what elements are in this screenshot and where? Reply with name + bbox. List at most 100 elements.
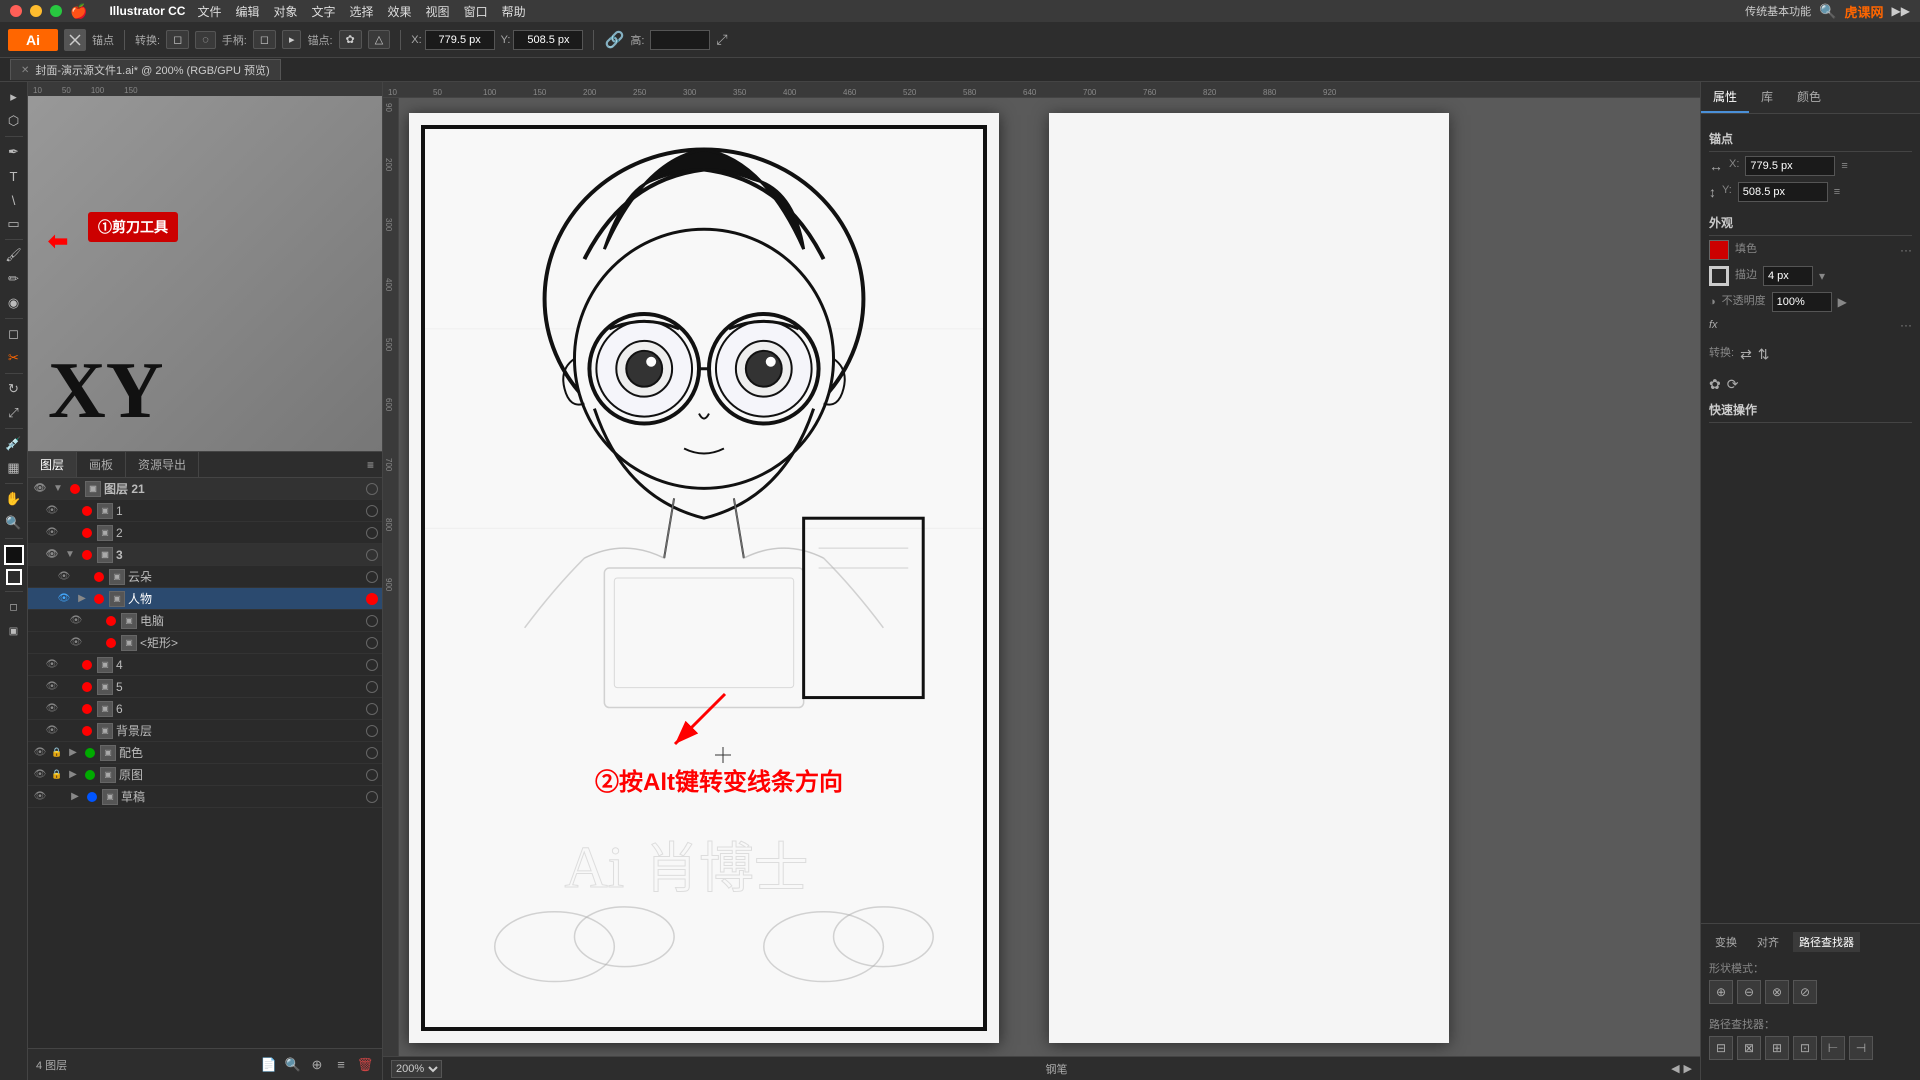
- divide-btn[interactable]: ⊟: [1709, 1036, 1733, 1060]
- pen-tool[interactable]: ✒: [3, 141, 25, 163]
- anchor-btn[interactable]: ✿: [339, 30, 362, 49]
- height-input[interactable]: [650, 30, 710, 50]
- merge-btn[interactable]: ⊞: [1765, 1036, 1789, 1060]
- expand-icon[interactable]: ▶: [68, 790, 82, 804]
- unite-btn[interactable]: ⊕: [1709, 980, 1733, 1004]
- menu-object[interactable]: 对象: [273, 3, 297, 20]
- layers-tab-layers[interactable]: 图层: [28, 452, 77, 477]
- menu-file[interactable]: 文件: [197, 3, 221, 20]
- visibility-icon[interactable]: 👁: [68, 613, 84, 629]
- line-tool[interactable]: \: [3, 189, 25, 211]
- layer-row[interactable]: 👁 ▼ ▣ 图层 21: [28, 478, 382, 500]
- expand-icon[interactable]: ▼: [63, 548, 77, 562]
- visibility-icon[interactable]: 👁: [32, 481, 48, 497]
- expand-icon[interactable]: ▶: [66, 746, 80, 760]
- layer-row[interactable]: 👁 🔒 ▶ ▣ 原图: [28, 764, 382, 786]
- layer-target[interactable]: [366, 769, 378, 781]
- layer-row[interactable]: 👁 ▣ 4: [28, 654, 382, 676]
- fill-color-swatch[interactable]: [4, 545, 24, 565]
- layer-row[interactable]: 👁 ▣ <矩形>: [28, 632, 382, 654]
- layers-menu-btn[interactable]: ≡: [359, 454, 382, 476]
- visibility-icon[interactable]: 👁: [32, 789, 48, 805]
- fx-options[interactable]: ···: [1900, 318, 1912, 332]
- paintbrush-tool[interactable]: 🖌: [3, 244, 25, 266]
- tab-color[interactable]: 颜色: [1785, 82, 1833, 113]
- hand-btn2[interactable]: ▸: [282, 30, 302, 49]
- stroke-swatch[interactable]: [1709, 266, 1729, 286]
- layer-target[interactable]: [366, 791, 378, 803]
- minus-btn[interactable]: ⊖: [1737, 980, 1761, 1004]
- expand-icon[interactable]: ▶: [66, 768, 80, 782]
- corner-btn[interactable]: ◻: [166, 30, 189, 49]
- make-sublayer-btn[interactable]: 📄: [260, 1056, 278, 1074]
- visibility-icon[interactable]: 👁: [44, 547, 60, 563]
- layers-tab-export[interactable]: 资源导出: [126, 452, 199, 477]
- stroke-color-swatch[interactable]: [6, 569, 22, 585]
- stroke-input[interactable]: [1763, 266, 1813, 286]
- tab-pathfinder[interactable]: 路径查找器: [1793, 932, 1860, 952]
- direct-select-tool[interactable]: ⬡: [3, 110, 25, 132]
- delete-layer-btn[interactable]: 🗑: [356, 1056, 374, 1074]
- visibility-icon[interactable]: 👁: [44, 701, 60, 717]
- next-artboard[interactable]: ▶: [1684, 1062, 1692, 1075]
- layer-target[interactable]: [366, 505, 378, 517]
- drawing-mode[interactable]: ▣: [3, 620, 25, 642]
- expand-icon[interactable]: ▶: [75, 592, 89, 606]
- tab-properties[interactable]: 属性: [1701, 82, 1749, 113]
- layers-tab-artboards[interactable]: 画板: [77, 452, 126, 477]
- scissors-tool[interactable]: ✂: [3, 347, 25, 369]
- menu-view[interactable]: 视图: [426, 3, 450, 20]
- x-input[interactable]: [425, 30, 495, 50]
- tab-library[interactable]: 库: [1749, 82, 1785, 113]
- visibility-icon[interactable]: 👁: [44, 525, 60, 541]
- rect-tool[interactable]: ▭: [3, 213, 25, 235]
- outline-btn[interactable]: ⊢: [1821, 1036, 1845, 1060]
- stroke-unit-btn[interactable]: ▾: [1819, 269, 1825, 283]
- layer-row[interactable]: 👁 ▶ ▣ 草稿: [28, 786, 382, 808]
- visibility-icon[interactable]: 👁: [44, 657, 60, 673]
- link-icon[interactable]: 🔗: [604, 30, 624, 50]
- select-tool[interactable]: ▸: [3, 86, 25, 108]
- anchor-btn2[interactable]: △: [368, 30, 390, 49]
- zoom-tool[interactable]: 🔍: [3, 512, 25, 534]
- rotate-tool[interactable]: ↻: [3, 378, 25, 400]
- layer-target[interactable]: [366, 549, 378, 561]
- pencil-tool[interactable]: ✏: [3, 268, 25, 290]
- menu-text[interactable]: 文字: [312, 3, 336, 20]
- panel-toggle[interactable]: ▶▶: [1892, 4, 1910, 18]
- close-icon[interactable]: ✕: [21, 65, 29, 76]
- layer-row[interactable]: 👁 ▣ 5: [28, 676, 382, 698]
- layer-target[interactable]: [366, 659, 378, 671]
- new-layer-btn[interactable]: ⊕: [308, 1056, 326, 1074]
- transform-icon-1[interactable]: ⇄: [1740, 346, 1752, 363]
- visibility-icon[interactable]: 👁: [56, 591, 72, 607]
- layer-target[interactable]: [366, 637, 378, 649]
- eyedropper-tool[interactable]: 💉: [3, 433, 25, 455]
- tab-transform[interactable]: 变换: [1709, 932, 1743, 952]
- visibility-icon[interactable]: 👁: [56, 569, 72, 585]
- layer-target[interactable]: [366, 483, 378, 495]
- layer-row[interactable]: 👁 ▣ 1: [28, 500, 382, 522]
- layer-target[interactable]: [366, 593, 378, 605]
- layer-target[interactable]: [366, 703, 378, 715]
- transform-icon-2[interactable]: ⇅: [1758, 346, 1770, 363]
- opacity-more[interactable]: ▶: [1838, 295, 1847, 309]
- x-prop-input[interactable]: [1745, 156, 1835, 176]
- visibility-icon[interactable]: 👁: [32, 767, 48, 783]
- layer-row[interactable]: 👁 ▣ 电脑: [28, 610, 382, 632]
- document-tab[interactable]: ✕ 封面-演示源文件1.ai* @ 200% (RGB/GPU 预览): [10, 59, 281, 80]
- visibility-icon[interactable]: 👁: [68, 635, 84, 651]
- fill-swatch[interactable]: [1709, 240, 1729, 260]
- menu-edit[interactable]: 编辑: [235, 3, 259, 20]
- normal-mode[interactable]: ◻: [3, 596, 25, 618]
- y-prop-input[interactable]: [1738, 182, 1828, 202]
- trim-btn[interactable]: ⊠: [1737, 1036, 1761, 1060]
- layer-move-btn[interactable]: 🔍: [284, 1056, 302, 1074]
- smooth-btn[interactable]: ◌: [195, 31, 216, 49]
- type-tool[interactable]: T: [3, 165, 25, 187]
- y-input[interactable]: [513, 30, 583, 50]
- tab-align[interactable]: 对齐: [1751, 932, 1785, 952]
- fill-options[interactable]: ···: [1900, 243, 1912, 257]
- layer-options-btn[interactable]: ≡: [332, 1056, 350, 1074]
- zoom-select[interactable]: 200% 100% 150%: [391, 1060, 442, 1078]
